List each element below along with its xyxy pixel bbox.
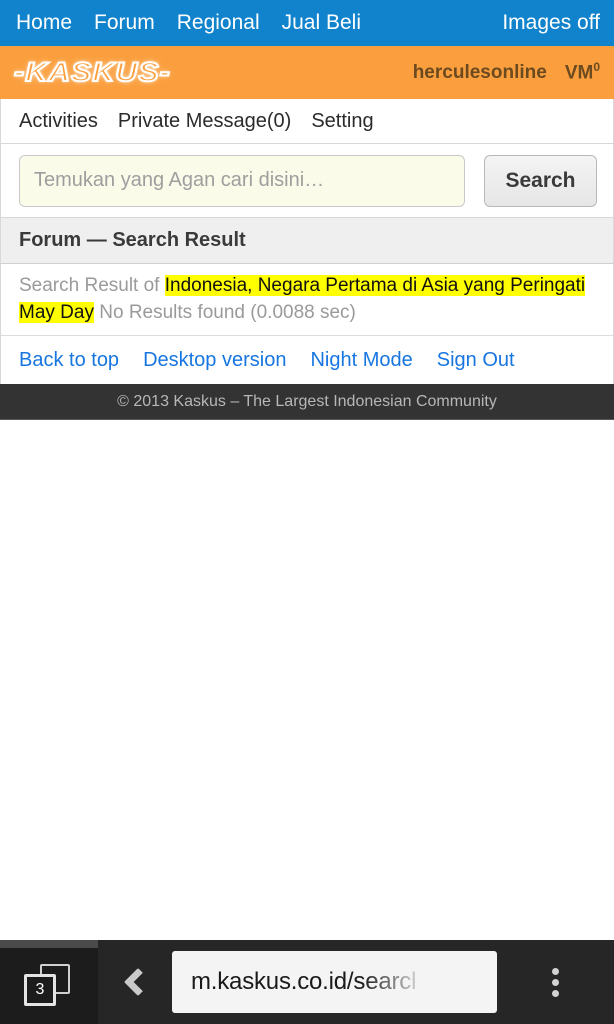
subnav-item-setting[interactable]: Setting — [311, 110, 373, 133]
nav-item-home[interactable]: Home — [16, 11, 72, 35]
nav-item-forum[interactable]: Forum — [94, 11, 155, 35]
brand-bar: -KASKUS- herculesonline VM0 — [0, 46, 614, 99]
search-button[interactable]: Search — [484, 154, 597, 207]
result-prefix: Search Result of — [19, 275, 165, 296]
link-back-to-top[interactable]: Back to top — [19, 349, 119, 372]
menu-dot-3 — [552, 989, 559, 997]
url-host: m.kaskus.co.id — [191, 968, 347, 995]
tab-strip: 3 — [0, 940, 98, 1024]
menu-dot-2 — [552, 978, 559, 986]
kaskus-logo[interactable]: -KASKUS- — [13, 56, 171, 88]
vm-indicator[interactable]: VM0 — [565, 60, 600, 84]
vm-label: VM — [564, 62, 594, 84]
search-input[interactable] — [19, 154, 465, 207]
tab-count-value: 3 — [35, 981, 45, 998]
nav-item-images-off[interactable]: Images off — [502, 11, 600, 35]
nav-item-jual-beli[interactable]: Jual Beli — [282, 11, 361, 35]
page-title: Forum — Search Result — [19, 229, 246, 251]
copyright-bar: © 2013 Kaskus – The Largest Indonesian C… — [0, 384, 614, 420]
menu-dot-1 — [552, 967, 559, 975]
footer-links: Back to top Desktop version Night Mode S… — [0, 336, 614, 384]
search-row: Search — [0, 144, 614, 217]
browser-toolbar: m.kaskus.co.id/searcl — [98, 940, 614, 1024]
link-sign-out[interactable]: Sign Out — [437, 349, 515, 372]
browser-chrome: 3 m.kaskus.co.id/searcl — [0, 940, 614, 1024]
nav-item-regional[interactable]: Regional — [177, 11, 260, 35]
subnav-item-activities[interactable]: Activities — [19, 110, 98, 133]
vm-count: 0 — [593, 60, 600, 75]
url-text: m.kaskus.co.id/searcl — [191, 968, 416, 996]
url-path: /searcl — [346, 968, 417, 995]
top-navigation-bar: Home Forum Regional Jual Beli Images off — [0, 0, 614, 46]
sub-navigation-bar: Activities Private Message(0) Setting — [0, 99, 614, 144]
back-chevron-icon — [123, 967, 153, 997]
subnav-item-private-message[interactable]: Private Message(0) — [118, 110, 291, 133]
tab-count-icon[interactable]: 3 — [24, 964, 70, 1006]
back-button[interactable] — [98, 940, 172, 1024]
overflow-menu-button[interactable] — [497, 940, 614, 1024]
screen: Home Forum Regional Jual Beli Images off… — [0, 0, 614, 1024]
web-page-viewport: Home Forum Regional Jual Beli Images off… — [0, 0, 614, 940]
url-bar[interactable]: m.kaskus.co.id/searcl — [172, 951, 497, 1013]
result-status: No Results found (0.0088 sec) — [93, 302, 356, 323]
tab-count-front-square: 3 — [24, 974, 56, 1006]
overflow-menu-icon — [552, 964, 559, 1001]
search-result-summary: Search Result of Indonesia, Negara Perta… — [0, 264, 614, 336]
link-night-mode[interactable]: Night Mode — [310, 349, 412, 372]
username-label[interactable]: herculesonline — [413, 62, 547, 84]
section-header: Forum — Search Result — [0, 217, 614, 264]
link-desktop-version[interactable]: Desktop version — [143, 349, 286, 372]
